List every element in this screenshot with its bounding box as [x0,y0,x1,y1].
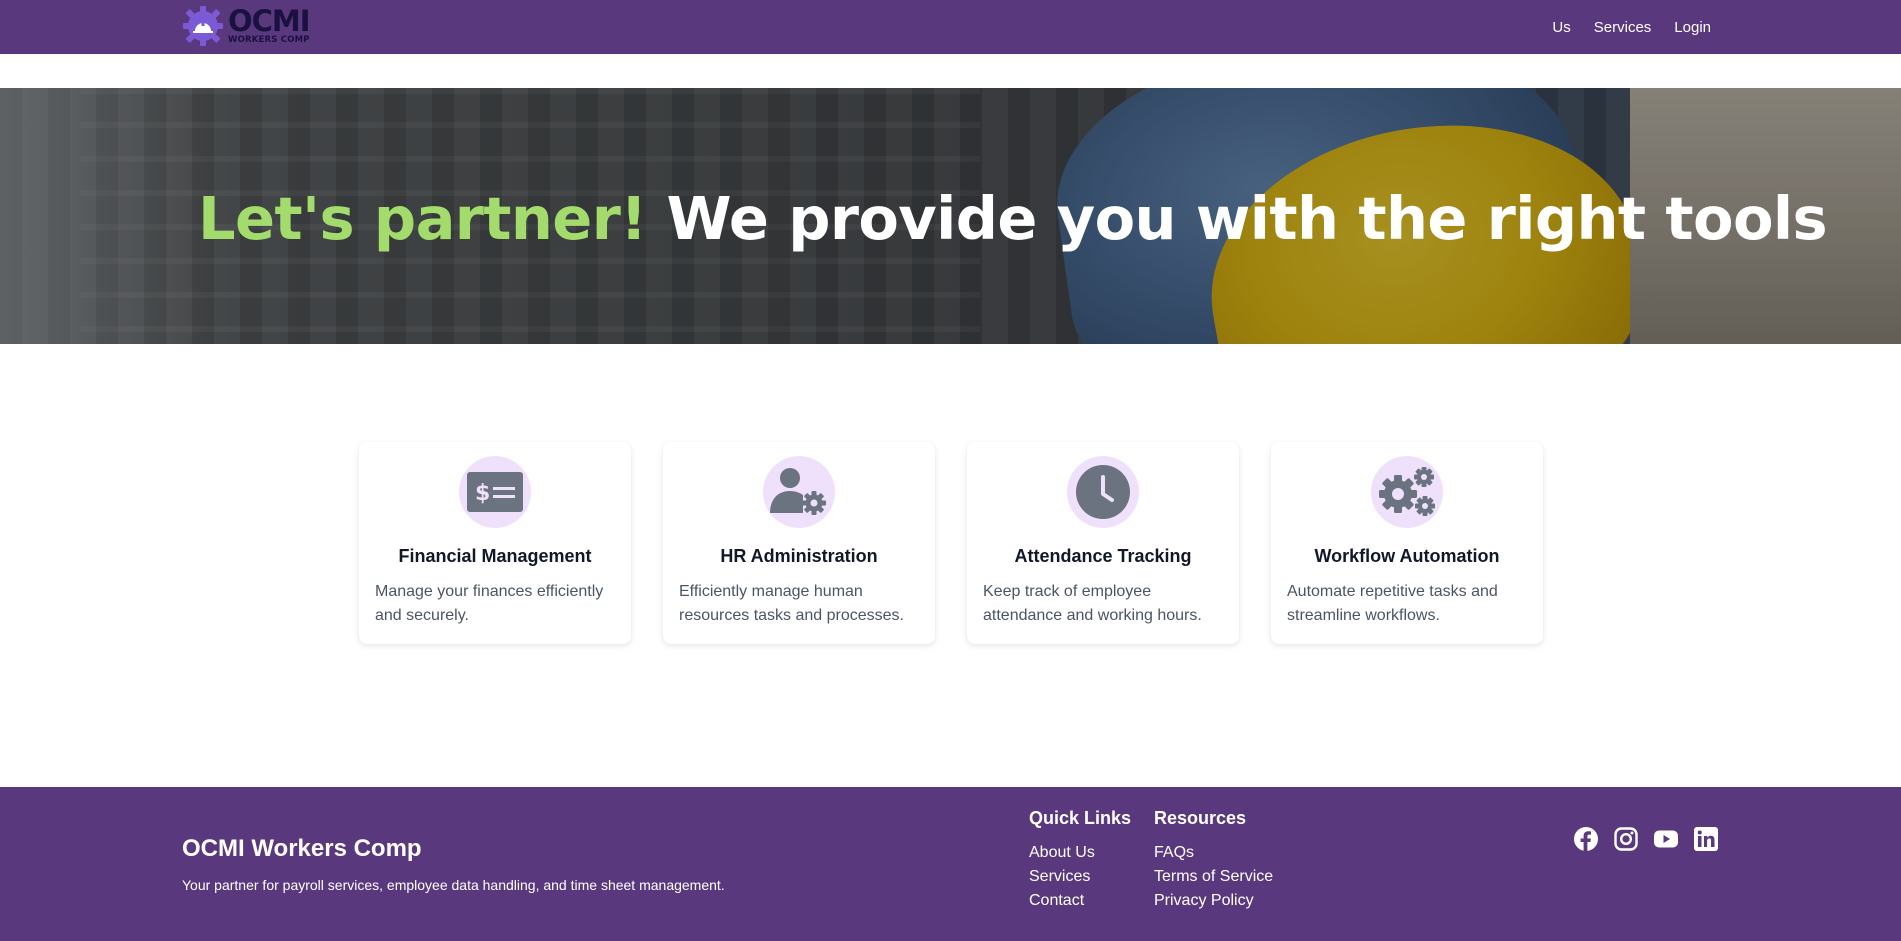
list-item: Terms of Service [1154,865,1273,889]
hero-banner: Let's partner! We provide you with the r… [0,88,1901,344]
list-item: FAQs [1154,841,1273,865]
user-gear-icon [770,468,826,515]
feature-title: Workflow Automation [1314,546,1500,566]
footer-brand: OCMI Workers Comp [182,835,422,862]
footer-quick-links-heading: Quick Links [1029,808,1132,828]
list-item: Services [1029,865,1131,889]
footer-link-terms[interactable]: Terms of Service [1154,868,1273,885]
footer-quick-links: Quick Links About Us Services Contact [1029,807,1131,913]
feature-icon-circle [1371,456,1443,528]
logo-name: OCMI [228,4,311,39]
clock-icon [1076,465,1130,519]
footer-link-services[interactable]: Services [1029,868,1090,885]
footer-resources-heading: Resources [1154,808,1247,828]
footer-link-contact[interactable]: Contact [1029,892,1084,909]
logo-subtitle: WORKERS COMP [228,35,310,46]
feature-icon-circle [763,456,835,528]
feature-description: Keep track of employee attendance and wo… [983,583,1202,624]
svg-text:$: $ [475,481,490,506]
nav-link-us[interactable]: Us [1552,19,1570,36]
footer-link-privacy[interactable]: Privacy Policy [1154,892,1254,909]
gear-helmet-icon [183,6,223,46]
hero-title-main: We provide you with the right tools [666,184,1828,253]
nav-links: Us Services Login [1552,0,1711,54]
feature-title: HR Administration [720,546,878,566]
navbar: OCMI WORKERS COMP Us Services Login [0,0,1901,54]
gears-icon [1379,467,1435,516]
feature-title: Financial Management [398,546,592,566]
nav-link-services[interactable]: Services [1594,19,1652,36]
list-item: About Us [1029,841,1131,865]
feature-description: Manage your finances efficiently and sec… [375,583,604,624]
instagram-link[interactable] [1614,827,1638,851]
footer-resources: Resources FAQs Terms of Service Privacy … [1154,807,1273,913]
feature-card-workflow: Workflow Automation Automate repetitive … [1271,442,1543,644]
instagram-icon [1614,827,1638,851]
feature-icon-circle: $ [459,456,531,528]
feature-card-financial: $ Financial Management Manage your finan… [359,442,631,644]
hero-title: Let's partner! We provide you with the r… [198,184,1828,254]
feature-title: Attendance Tracking [1014,546,1192,566]
money-check-icon: $ [467,472,523,512]
social-links [1574,827,1718,851]
youtube-icon [1654,830,1678,848]
facebook-link[interactable] [1574,827,1598,851]
linkedin-link[interactable] [1694,827,1718,851]
footer-quick-links-list: About Us Services Contact [1029,841,1131,913]
hero-title-accent: Let's partner! [198,184,647,253]
footer-resources-list: FAQs Terms of Service Privacy Policy [1154,841,1273,913]
feature-card-hr: HR Administration Efficiently manage hum… [663,442,935,644]
feature-card-attendance: Attendance Tracking Keep track of employ… [967,442,1239,644]
footer-link-about-us[interactable]: About Us [1029,844,1095,861]
list-item: Contact [1029,889,1131,913]
nav-link-login[interactable]: Login [1674,19,1711,36]
list-item: Privacy Policy [1154,889,1273,913]
linkedin-icon [1694,827,1718,851]
features-section: $ Financial Management Manage your finan… [359,442,1543,644]
feature-description: Automate repetitive tasks and streamline… [1287,583,1498,624]
footer-tagline: Your partner for payroll services, emplo… [182,877,725,893]
facebook-icon [1574,827,1598,851]
feature-icon-circle [1067,456,1139,528]
footer: OCMI Workers Comp Your partner for payro… [0,787,1901,941]
feature-description: Efficiently manage human resources tasks… [679,583,904,624]
footer-link-faqs[interactable]: FAQs [1154,844,1194,861]
youtube-link[interactable] [1654,827,1678,851]
logo[interactable]: OCMI WORKERS COMP [182,4,311,47]
